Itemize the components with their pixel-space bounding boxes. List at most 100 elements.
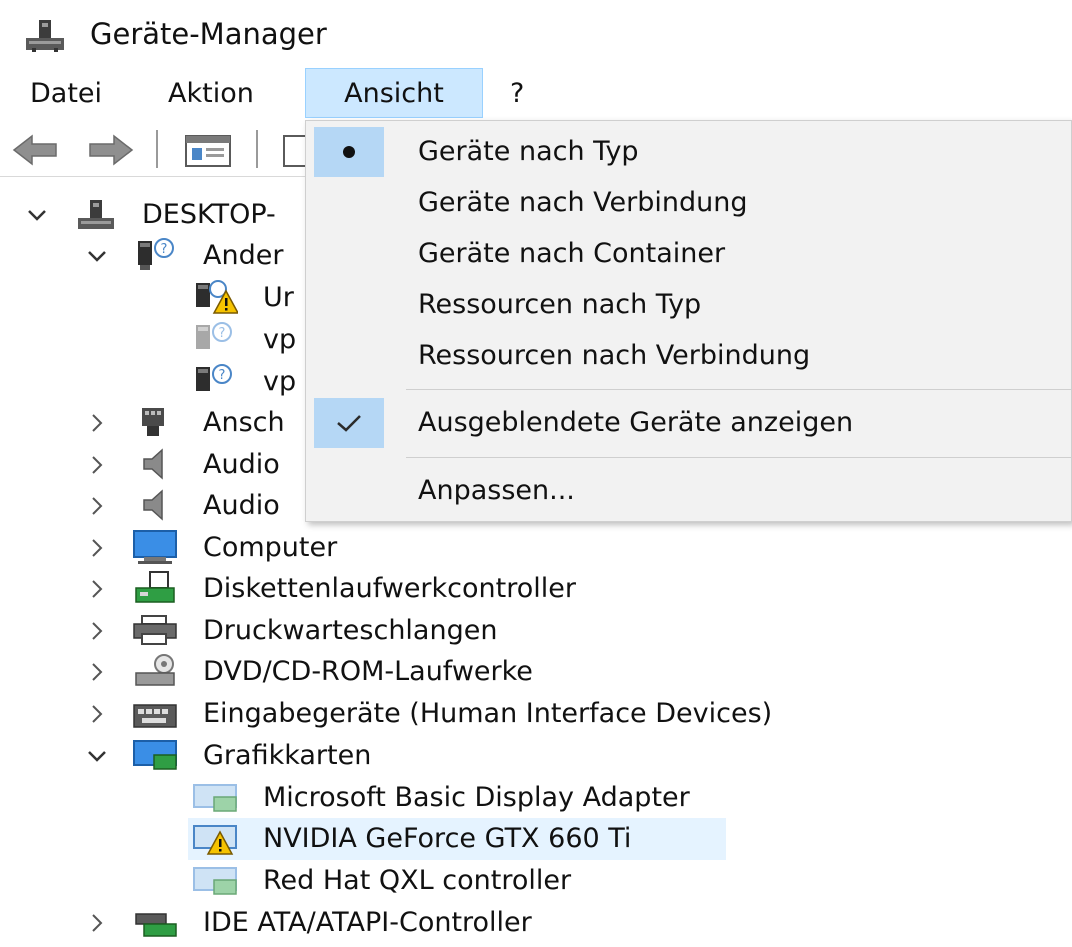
tree-category-floppy[interactable]: Diskettenlaufwerkcontroller bbox=[0, 568, 700, 610]
tree-device[interactable]: Microsoft Basic Display Adapter bbox=[0, 777, 800, 819]
menu-separator bbox=[406, 457, 1071, 458]
chevron-right-icon[interactable] bbox=[86, 661, 108, 683]
unknown-device-icon: ? bbox=[196, 364, 232, 391]
ansicht-dropdown-menu: Geräte nach Typ Geräte nach Verbindung G… bbox=[305, 120, 1072, 522]
floppy-controller-icon bbox=[135, 571, 175, 603]
menu-item-resources-by-connection[interactable]: Ressourcen nach Verbindung bbox=[306, 331, 1071, 381]
display-adapter-icon bbox=[193, 867, 237, 895]
chevron-down-icon[interactable] bbox=[26, 204, 48, 226]
menu-item-devices-by-type[interactable]: Geräte nach Typ bbox=[306, 127, 1071, 177]
chevron-right-icon[interactable] bbox=[86, 620, 108, 642]
window-title: Geräte-Manager bbox=[90, 17, 327, 51]
tree-device-selected[interactable]: NVIDIA GeForce GTX 660 Ti bbox=[0, 818, 800, 860]
checkmark-icon bbox=[337, 415, 361, 432]
unknown-device-icon: ? bbox=[138, 238, 174, 270]
menu-item-label: Geräte nach Verbindung bbox=[418, 187, 748, 218]
unknown-device-icon: ? bbox=[196, 322, 232, 349]
help-page-icon[interactable] bbox=[278, 130, 306, 170]
tree-category-audio[interactable]: Audio bbox=[0, 485, 310, 527]
tree-category-label: Ander bbox=[203, 240, 284, 271]
svg-text:?: ? bbox=[219, 368, 226, 383]
menu-item-label: Geräte nach Typ bbox=[418, 136, 639, 167]
radio-indicator bbox=[314, 127, 384, 177]
tree-device-label: Red Hat QXL controller bbox=[263, 865, 572, 896]
speaker-icon bbox=[143, 489, 163, 521]
menu-help[interactable]: ? bbox=[502, 68, 532, 118]
tree-device-label: vp bbox=[263, 324, 297, 355]
properties-window-icon[interactable] bbox=[182, 130, 234, 170]
tree-category-computer[interactable]: Computer bbox=[0, 527, 700, 569]
menu-item-label: Ausgeblendete Geräte anzeigen bbox=[418, 407, 854, 438]
back-arrow-icon[interactable] bbox=[10, 130, 62, 170]
display-adapter-warning-icon bbox=[193, 825, 237, 855]
bullet-icon bbox=[343, 146, 355, 158]
tree-category-label: Grafikkarten bbox=[203, 740, 372, 771]
menu-item-label: Geräte nach Container bbox=[418, 238, 726, 269]
device-manager-icon bbox=[26, 20, 64, 52]
chevron-right-icon[interactable] bbox=[86, 495, 108, 517]
menu-datei[interactable]: Datei bbox=[22, 68, 110, 118]
menu-item-resources-by-type[interactable]: Ressourcen nach Typ bbox=[306, 280, 1071, 330]
port-connector-icon bbox=[142, 408, 164, 436]
ide-controller-icon bbox=[135, 913, 177, 937]
tree-device[interactable]: Red Hat QXL controller bbox=[0, 860, 800, 902]
dvd-drive-icon bbox=[135, 654, 175, 686]
chevron-right-icon[interactable] bbox=[86, 912, 108, 934]
tree-category-label: Druckwarteschlangen bbox=[203, 615, 498, 646]
tree-category-audio[interactable]: Audio bbox=[0, 444, 310, 486]
tree-device[interactable]: ? vp bbox=[0, 361, 310, 403]
toolbar-separator bbox=[256, 130, 258, 168]
menu-ansicht[interactable]: Ansicht bbox=[305, 68, 483, 118]
menu-item-devices-by-container[interactable]: Geräte nach Container bbox=[306, 229, 1071, 279]
tree-category-other[interactable]: ? Ander bbox=[0, 235, 310, 277]
check-indicator bbox=[314, 398, 384, 448]
chevron-down-icon[interactable] bbox=[86, 245, 108, 267]
toolbar-separator bbox=[156, 130, 158, 168]
tree-category-label: Eingabegeräte (Human Interface Devices) bbox=[203, 698, 773, 729]
menu-item-label: Ressourcen nach Typ bbox=[418, 289, 702, 320]
tree-device-label: Microsoft Basic Display Adapter bbox=[263, 782, 690, 813]
menu-item-label: Anpassen... bbox=[418, 475, 575, 506]
tree-category-label: Computer bbox=[203, 532, 338, 563]
menu-item-show-hidden-devices[interactable]: Ausgeblendete Geräte anzeigen bbox=[306, 398, 1071, 448]
tree-category-printqueues[interactable]: Druckwarteschlangen bbox=[0, 610, 700, 652]
tree-category-label: Ansch bbox=[203, 407, 285, 438]
chevron-right-icon[interactable] bbox=[86, 537, 108, 559]
tree-root[interactable]: DESKTOP- bbox=[0, 194, 310, 236]
tree-category-hid[interactable]: Eingabegeräte (Human Interface Devices) bbox=[0, 693, 900, 735]
tree-root-label: DESKTOP- bbox=[142, 199, 276, 230]
printer-icon bbox=[133, 615, 177, 645]
tree-category-ide[interactable]: IDE ATA/ATAPI-Controller bbox=[0, 902, 800, 944]
monitor-icon bbox=[133, 530, 177, 564]
menu-item-customize[interactable]: Anpassen... bbox=[306, 466, 1071, 516]
warning-device-icon bbox=[196, 280, 238, 314]
chevron-right-icon[interactable] bbox=[86, 578, 108, 600]
tree-device[interactable]: ? vp bbox=[0, 319, 310, 361]
tree-category-label: Audio bbox=[203, 490, 280, 521]
tree-category-dvd[interactable]: DVD/CD-ROM-Laufwerke bbox=[0, 651, 700, 693]
forward-arrow-icon[interactable] bbox=[84, 130, 136, 170]
tree-category-label: IDE ATA/ATAPI-Controller bbox=[203, 907, 532, 938]
tree-category-label: DVD/CD-ROM-Laufwerke bbox=[203, 656, 533, 687]
menu-item-label: Ressourcen nach Verbindung bbox=[418, 340, 811, 371]
display-adapter-icon bbox=[193, 784, 237, 812]
display-adapter-icon bbox=[133, 740, 177, 770]
menu-aktion[interactable]: Aktion bbox=[160, 68, 262, 118]
chevron-right-icon[interactable] bbox=[86, 412, 108, 434]
computer-network-icon bbox=[78, 200, 114, 229]
tree-device[interactable]: Ur bbox=[0, 277, 310, 319]
tree-category-display[interactable]: Grafikkarten bbox=[0, 735, 700, 777]
tree-category-ports[interactable]: Ansch bbox=[0, 402, 310, 444]
menu-bar: Datei Aktion Ansicht ? bbox=[0, 68, 1072, 120]
tree-category-label: Diskettenlaufwerkcontroller bbox=[203, 573, 576, 604]
tree-category-label: Audio bbox=[203, 449, 280, 480]
menu-item-devices-by-connection[interactable]: Geräte nach Verbindung bbox=[306, 178, 1071, 228]
menu-separator bbox=[406, 389, 1071, 390]
tree-device-label: Ur bbox=[263, 282, 294, 313]
chevron-down-icon[interactable] bbox=[86, 745, 108, 767]
svg-text:?: ? bbox=[219, 326, 226, 341]
chevron-right-icon[interactable] bbox=[86, 703, 108, 725]
tree-device-label: vp bbox=[263, 366, 297, 397]
keyboard-mouse-icon bbox=[133, 704, 177, 728]
chevron-right-icon[interactable] bbox=[86, 454, 108, 476]
